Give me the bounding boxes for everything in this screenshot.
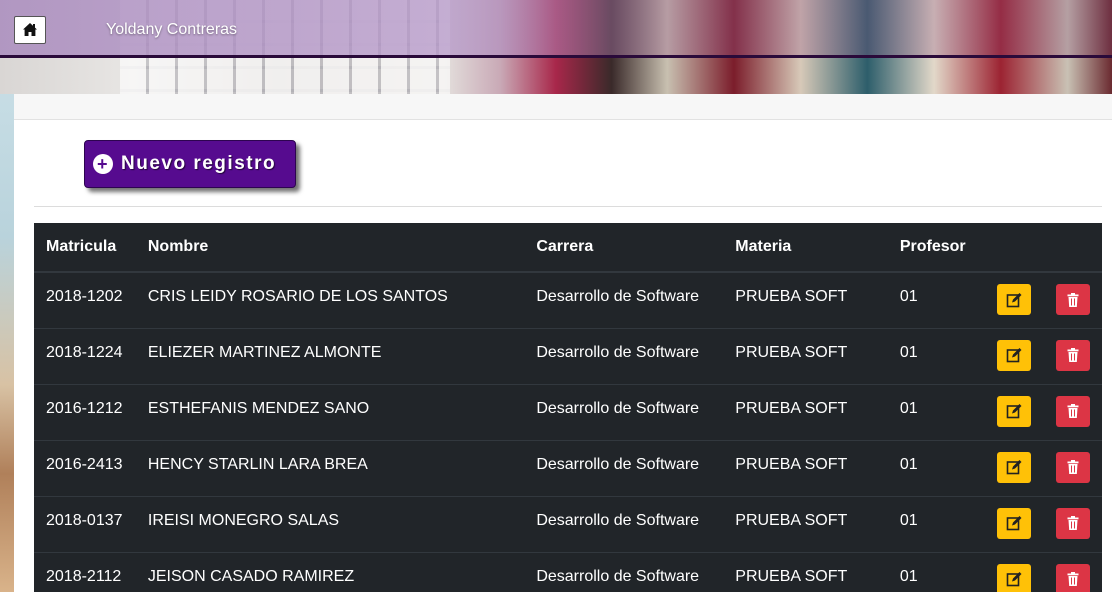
table-row: 2016-2413 HENCY STARLIN LARA BREA Desarr… <box>34 439 1102 496</box>
trash-icon <box>1067 292 1079 307</box>
cell-carrera: Desarrollo de Software <box>524 551 724 592</box>
cell-carrera: Desarrollo de Software <box>524 495 724 552</box>
column-header-materia: Materia <box>723 223 888 273</box>
cell-matricula: 2018-2112 <box>34 551 136 592</box>
plus-circle-icon: + <box>93 154 113 174</box>
cell-materia: PRUEBA SOFT <box>723 327 888 384</box>
cell-nombre: IREISI MONEGRO SALAS <box>135 495 525 552</box>
cell-profesor: 01 <box>887 551 978 592</box>
cell-materia: PRUEBA SOFT <box>723 439 888 496</box>
trash-icon <box>1067 516 1079 530</box>
cell-materia: PRUEBA SOFT <box>723 271 888 328</box>
cell-carrera: Desarrollo de Software <box>524 439 724 496</box>
cell-matricula: 2018-1202 <box>34 271 136 328</box>
cell-materia: PRUEBA SOFT <box>723 383 888 440</box>
table-row: 2018-0137 IREISI MONEGRO SALAS Desarroll… <box>34 495 1102 552</box>
cell-carrera: Desarrollo de Software <box>524 383 724 440</box>
trash-icon <box>1067 404 1079 418</box>
cell-profesor: 01 <box>887 271 978 328</box>
cell-matricula: 2018-0137 <box>34 495 136 552</box>
cell-profesor: 01 <box>887 495 978 552</box>
table-row: 2016-1212 ESTHEFANIS MENDEZ SANO Desarro… <box>34 383 1102 440</box>
cell-nombre: CRIS LEIDY ROSARIO DE LOS SANTOS <box>135 271 525 328</box>
cell-matricula: 2016-2413 <box>34 439 136 496</box>
edit-icon <box>1006 348 1022 363</box>
cell-nombre: JEISON CASADO RAMIREZ <box>135 551 525 592</box>
user-name: Yoldany Contreras <box>106 21 238 38</box>
edit-button[interactable] <box>997 284 1031 315</box>
cell-nombre: HENCY STARLIN LARA BREA <box>135 439 525 496</box>
cell-actions <box>977 495 1102 552</box>
edit-button[interactable] <box>997 507 1031 539</box>
home-icon <box>23 23 37 36</box>
edit-icon <box>1006 516 1022 531</box>
records-table: Matricula Nombre Carrera Materia Profeso… <box>34 223 1102 592</box>
header-banner: Yoldany Contreras <box>0 0 1112 94</box>
edit-button[interactable] <box>997 451 1031 483</box>
trash-icon <box>1067 460 1079 474</box>
delete-button[interactable] <box>1056 284 1090 315</box>
table-header-row: Matricula Nombre Carrera Materia Profeso… <box>34 223 1102 273</box>
table-row: 2018-1202 CRIS LEIDY ROSARIO DE LOS SANT… <box>34 271 1102 328</box>
cell-materia: PRUEBA SOFT <box>723 551 888 592</box>
column-header-nombre: Nombre <box>135 223 525 273</box>
cell-actions <box>977 551 1102 592</box>
new-record-label: Nuevo registro <box>121 153 277 174</box>
cell-profesor: 01 <box>887 439 978 496</box>
divider <box>34 206 1102 207</box>
cell-actions <box>977 383 1102 440</box>
home-button[interactable] <box>14 16 46 44</box>
cell-materia: PRUEBA SOFT <box>723 495 888 552</box>
main-panel: + Nuevo registro Matricula Nombre Carrer… <box>14 94 1112 592</box>
edit-button[interactable] <box>997 395 1031 427</box>
trash-icon <box>1067 348 1079 362</box>
edit-icon <box>1006 460 1022 475</box>
table-row: 2018-1224 ELIEZER MARTINEZ ALMONTE Desar… <box>34 327 1102 384</box>
edit-button[interactable] <box>997 339 1031 371</box>
table-row: 2018-2112 JEISON CASADO RAMIREZ Desarrol… <box>34 551 1102 592</box>
cell-matricula: 2018-1224 <box>34 327 136 384</box>
cell-carrera: Desarrollo de Software <box>524 327 724 384</box>
cell-matricula: 2016-1212 <box>34 383 136 440</box>
panel-top-bar <box>14 94 1112 120</box>
trash-icon <box>1067 572 1079 586</box>
delete-button[interactable] <box>1056 563 1090 592</box>
cell-actions <box>977 327 1102 384</box>
column-header-profesor: Profesor <box>887 223 978 273</box>
new-record-button[interactable]: + Nuevo registro <box>84 140 296 188</box>
column-header-matricula: Matricula <box>34 223 136 273</box>
delete-button[interactable] <box>1056 451 1090 483</box>
edit-icon <box>1006 404 1022 419</box>
cell-nombre: ESTHEFANIS MENDEZ SANO <box>135 383 525 440</box>
delete-button[interactable] <box>1056 339 1090 371</box>
cell-actions <box>977 271 1102 328</box>
edit-button[interactable] <box>997 563 1031 592</box>
header-divider <box>0 55 1112 58</box>
cell-profesor: 01 <box>887 327 978 384</box>
cell-profesor: 01 <box>887 383 978 440</box>
edit-icon <box>1006 572 1022 587</box>
column-header-carrera: Carrera <box>524 223 724 273</box>
edit-icon <box>1006 292 1022 307</box>
cell-actions <box>977 439 1102 496</box>
column-header-actions <box>977 223 1102 273</box>
delete-button[interactable] <box>1056 507 1090 539</box>
cell-carrera: Desarrollo de Software <box>524 271 724 328</box>
delete-button[interactable] <box>1056 395 1090 427</box>
cell-nombre: ELIEZER MARTINEZ ALMONTE <box>135 327 525 384</box>
